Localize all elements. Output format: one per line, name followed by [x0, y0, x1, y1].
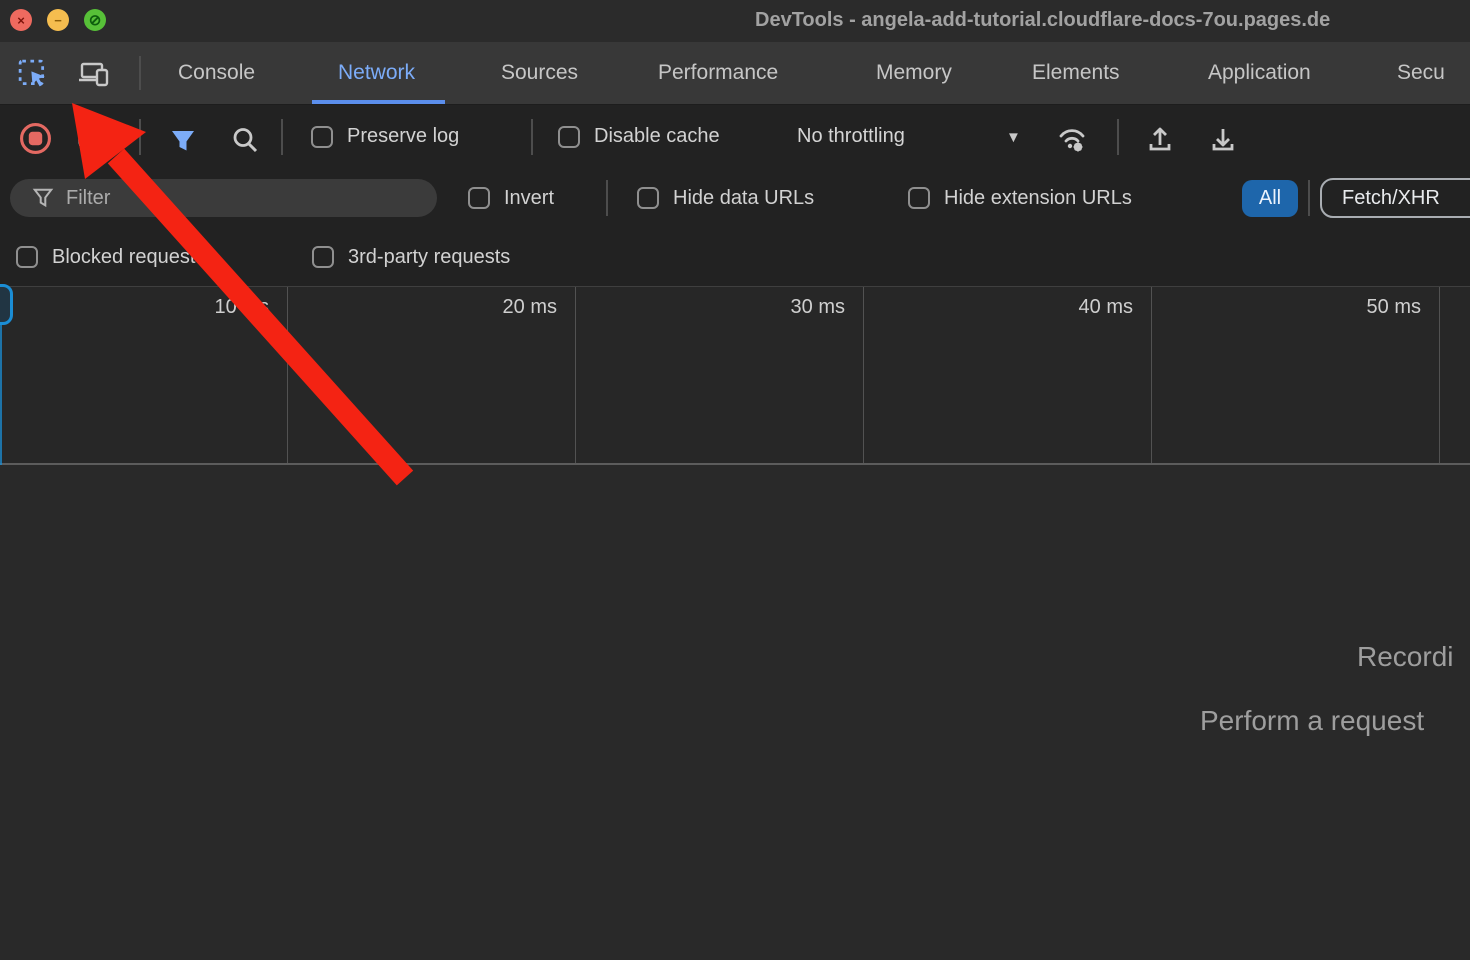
inspect-icon [18, 59, 48, 89]
toolbar-separator [1117, 119, 1119, 155]
filter-toggle-button[interactable] [165, 123, 201, 159]
tab-network[interactable]: Network [338, 42, 415, 104]
filterbar-separator [606, 180, 608, 216]
checkbox-box[interactable] [637, 187, 659, 209]
timeline-tick-label: 20 ms [503, 296, 557, 318]
tab-elements[interactable]: Elements [1032, 42, 1120, 104]
record-stop-icon [19, 122, 52, 155]
download-icon [1208, 124, 1238, 154]
timeline-event-marker [0, 284, 13, 325]
timeline-column: 20 ms [288, 287, 576, 463]
tabbar-separator [139, 56, 141, 90]
hide-extension-urls-checkbox[interactable]: Hide extension URLs [908, 168, 1132, 228]
blocked-requests-checkbox[interactable]: Blocked requests [16, 228, 205, 286]
timeline-column: 40 ms [864, 287, 1152, 463]
timeline-column: 50 ms [1152, 287, 1440, 463]
filter-bar: Invert Hide data URLs Hide extension URL… [0, 168, 1470, 228]
chevron-down-icon[interactable]: ▼ [1006, 129, 1021, 146]
network-toolbar: Preserve log Disable cache No throttling… [0, 105, 1470, 168]
close-button[interactable]: × [10, 9, 32, 31]
search-button[interactable] [227, 122, 263, 158]
filter-funnel-small-icon [32, 187, 54, 209]
request-type-all-chip[interactable]: All [1242, 180, 1298, 217]
timeline-column: 10 ms [0, 287, 288, 463]
toolbar-separator [139, 119, 141, 155]
request-filters-row: Blocked requests 3rd-party requests [0, 228, 1470, 287]
minimize-button[interactable]: − [47, 9, 69, 31]
disable-cache-checkbox[interactable]: Disable cache [558, 105, 720, 168]
devtools-window: × − ⊘ DevTools - angela-add-tutorial.clo… [0, 0, 1470, 960]
third-party-requests-label: 3rd-party requests [348, 246, 510, 269]
tab-application[interactable]: Application [1208, 42, 1311, 104]
clear-log-button[interactable] [73, 122, 109, 158]
tab-performance[interactable]: Performance [658, 42, 778, 104]
toolbar-separator [531, 119, 533, 155]
import-har-button[interactable] [1142, 121, 1178, 157]
filter-funnel-icon [169, 127, 197, 155]
filterbar-separator [1308, 180, 1310, 216]
timeline-column: 30 ms [576, 287, 864, 463]
requests-empty-panel: Recordi Perform a request [0, 465, 1470, 960]
throttling-dropdown[interactable]: No throttling [797, 105, 905, 168]
blocked-requests-label: Blocked requests [52, 246, 205, 269]
timeline-tick-label: 50 ms [1367, 296, 1421, 318]
upload-icon [1145, 124, 1175, 154]
checkbox-box[interactable] [558, 126, 580, 148]
toolbar-separator [281, 119, 283, 155]
recording-hint-text: Recordi [1357, 641, 1453, 673]
preserve-log-checkbox[interactable]: Preserve log [311, 105, 459, 168]
network-overview-timeline: 10 ms 20 ms 30 ms 40 ms 50 ms [0, 287, 1470, 465]
timeline-event-marker-line [0, 323, 2, 465]
devtools-tabbar: Console Network Sources Performance Memo… [0, 42, 1470, 105]
window-title: DevTools - angela-add-tutorial.cloudflar… [755, 9, 1330, 32]
hide-data-urls-label: Hide data URLs [673, 187, 814, 210]
network-conditions-button[interactable] [1054, 121, 1090, 157]
search-icon [230, 125, 260, 155]
perform-request-hint-text: Perform a request [1200, 705, 1424, 737]
timeline-tick-label: 10 ms [215, 296, 269, 318]
invert-checkbox[interactable]: Invert [468, 168, 554, 228]
tab-sources[interactable]: Sources [501, 42, 578, 104]
filter-input-pill[interactable] [10, 179, 437, 217]
tab-console[interactable]: Console [178, 42, 255, 104]
checkbox-box[interactable] [311, 126, 333, 148]
zoom-button[interactable]: ⊘ [84, 9, 106, 31]
clear-icon [77, 126, 106, 155]
network-conditions-icon [1056, 123, 1088, 155]
stop-recording-button[interactable] [17, 120, 53, 156]
checkbox-box[interactable] [312, 246, 334, 268]
export-har-button[interactable] [1205, 121, 1241, 157]
tab-memory[interactable]: Memory [876, 42, 952, 104]
active-tab-underline [312, 100, 445, 104]
device-toolbar-icon [78, 59, 110, 89]
checkbox-box[interactable] [16, 246, 38, 268]
timeline-tick-label: 30 ms [791, 296, 845, 318]
invert-label: Invert [504, 187, 554, 210]
timeline-tick-label: 40 ms [1079, 296, 1133, 318]
preserve-log-label: Preserve log [347, 125, 459, 148]
checkbox-box[interactable] [468, 187, 490, 209]
request-type-fetch-xhr-chip[interactable]: Fetch/XHR [1320, 178, 1470, 218]
device-toolbar-button[interactable] [76, 56, 112, 92]
inspect-element-button[interactable] [15, 56, 51, 92]
tab-security[interactable]: Secu [1397, 42, 1445, 104]
titlebar: × − ⊘ DevTools - angela-add-tutorial.clo… [0, 0, 1470, 42]
hide-data-urls-checkbox[interactable]: Hide data URLs [637, 168, 814, 228]
timeline-column [1440, 287, 1470, 463]
checkbox-box[interactable] [908, 187, 930, 209]
disable-cache-label: Disable cache [594, 125, 720, 148]
third-party-requests-checkbox[interactable]: 3rd-party requests [312, 228, 510, 286]
filter-input[interactable] [66, 187, 396, 210]
throttling-value: No throttling [797, 125, 905, 148]
hide-extension-urls-label: Hide extension URLs [944, 187, 1132, 210]
